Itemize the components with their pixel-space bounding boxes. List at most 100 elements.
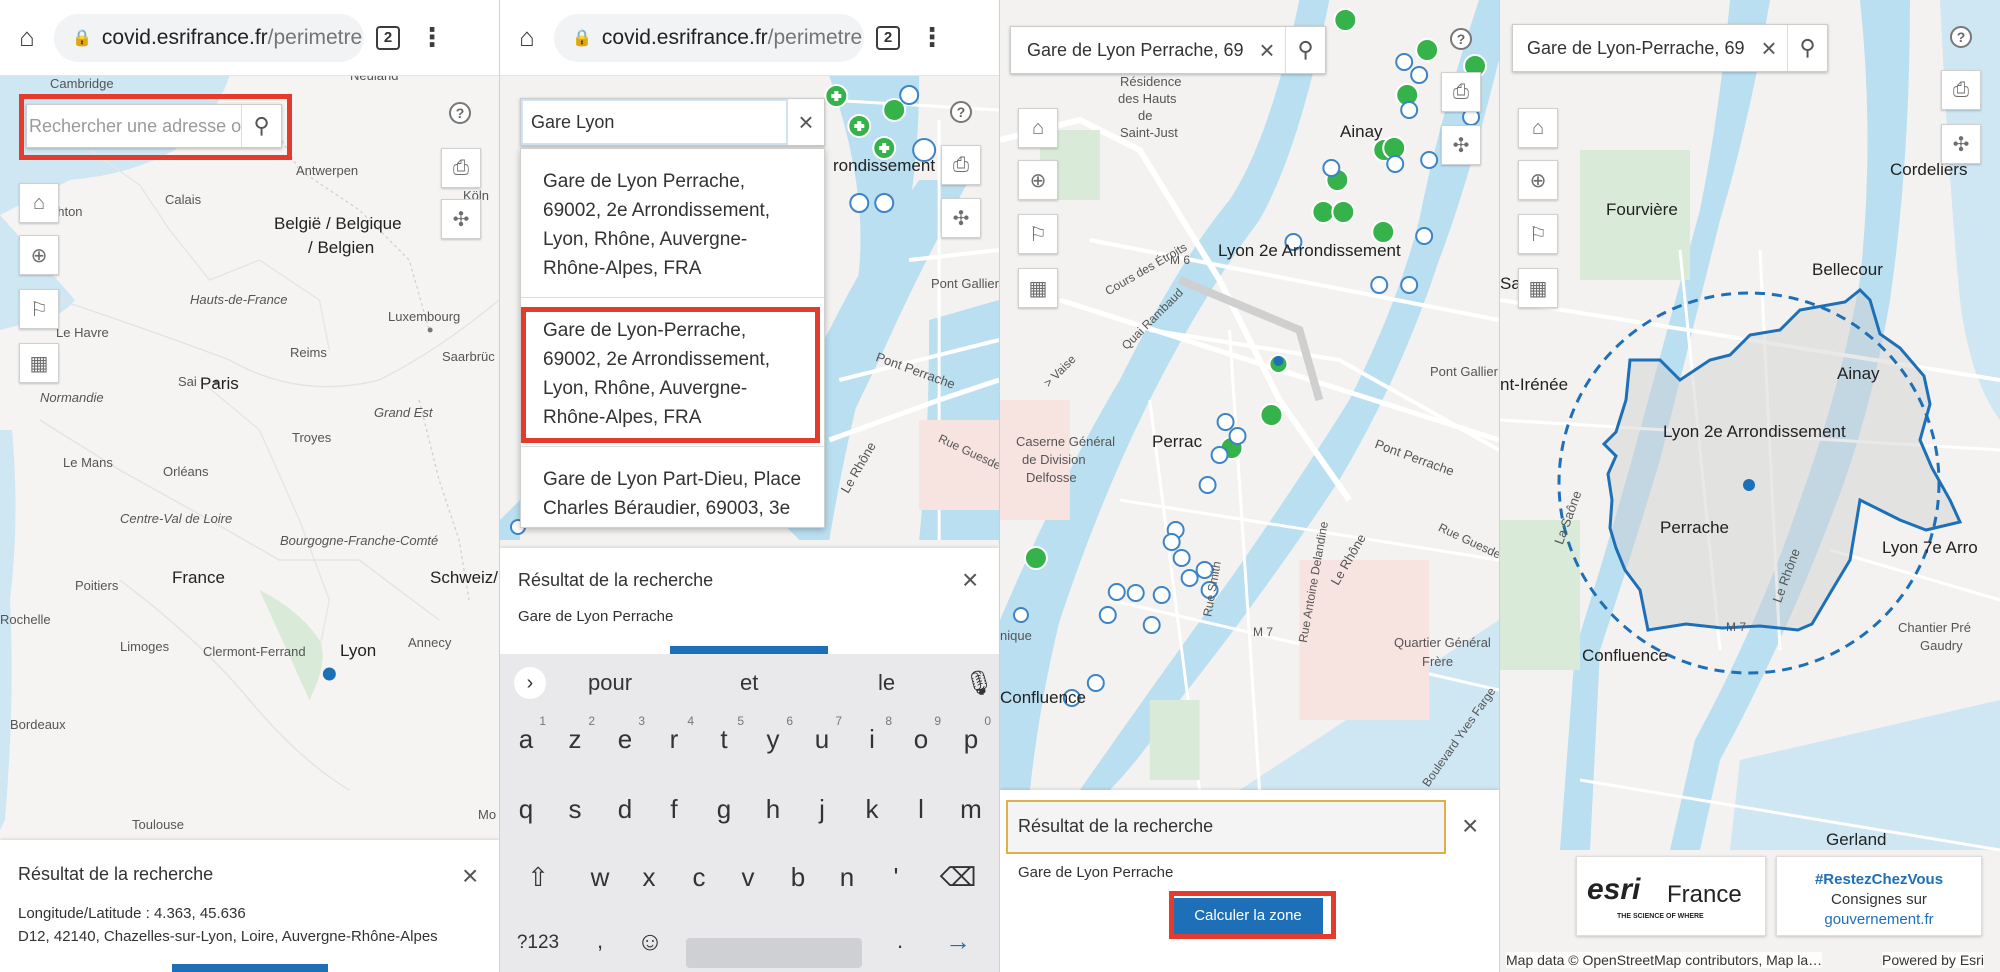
campaign-card[interactable]: #RestezChezVous Consignes sur gouverneme… (1776, 856, 1982, 936)
microphone-icon[interactable]: 🎙 (964, 669, 994, 698)
key[interactable]: n (823, 862, 871, 893)
share-icon[interactable]: ✣ (941, 198, 981, 238)
bookmark-icon[interactable]: ⚐ (1518, 214, 1558, 254)
search-input[interactable] (1011, 39, 1249, 61)
qr-code-icon[interactable]: ▦ (1518, 268, 1558, 308)
key[interactable]: c (675, 862, 723, 893)
close-icon[interactable]: × (1462, 810, 1478, 842)
tab-switcher-button[interactable]: 2 (376, 25, 400, 50)
search-button[interactable]: ⚲ (1787, 25, 1827, 71)
home-icon[interactable]: ⌂ (500, 0, 554, 76)
action-button[interactable] (670, 646, 828, 654)
key[interactable]: t5 (700, 714, 748, 755)
url-bar[interactable]: 🔒 covid.esrifrance.fr/perimetre (54, 13, 364, 62)
key[interactable]: r4 (650, 714, 698, 755)
key[interactable]: w (576, 862, 624, 893)
print-icon[interactable]: ⎙ (941, 145, 981, 185)
key[interactable]: v (724, 862, 772, 893)
close-icon[interactable]: × (962, 564, 978, 596)
emoji-icon[interactable]: ☺ (626, 926, 674, 957)
map-zone[interactable] (1500, 0, 2000, 972)
key[interactable]: d (601, 794, 649, 825)
help-icon[interactable]: ? (950, 101, 972, 123)
suggestion-item[interactable]: Gare de Lyon Part-Dieu, Place Charles Bé… (521, 447, 824, 527)
print-icon[interactable]: ⎙ (1441, 72, 1481, 112)
esri-france-logo[interactable]: esri France THE SCIENCE OF WHERE (1576, 856, 1766, 936)
key[interactable]: y6 (749, 714, 797, 755)
qr-code-icon[interactable]: ▦ (1018, 268, 1058, 308)
key[interactable]: o9 (897, 714, 945, 755)
backspace-icon[interactable]: ⌫ (934, 862, 982, 893)
key[interactable]: , (576, 928, 624, 954)
key[interactable]: x (625, 862, 673, 893)
locate-icon[interactable]: ⊕ (1518, 160, 1558, 200)
search-input[interactable] (27, 115, 241, 137)
print-icon[interactable]: ⎙ (1941, 70, 1981, 110)
enter-arrow-icon[interactable]: → (934, 926, 982, 957)
word-suggestion[interactable]: pour (588, 670, 632, 696)
key[interactable]: h (749, 794, 797, 825)
help-icon[interactable]: ? (1450, 28, 1472, 50)
share-icon[interactable]: ✣ (1941, 124, 1981, 164)
qr-code-icon[interactable]: ▦ (19, 343, 59, 383)
suggestion-item[interactable]: Gare de Lyon Perrache, 69002, 2e Arrondi… (521, 149, 824, 298)
symbols-key[interactable]: ?123 (508, 932, 568, 954)
map-label: nt-Irénée (1500, 375, 1569, 394)
share-icon[interactable]: ✣ (1441, 125, 1481, 165)
help-icon[interactable]: ? (1950, 26, 1972, 48)
locate-icon[interactable]: ⊕ (19, 235, 59, 275)
key[interactable]: b (774, 862, 822, 893)
more-menu-icon[interactable]: ⋮ (912, 22, 952, 53)
clear-icon[interactable]: × (1249, 27, 1285, 73)
search-button[interactable]: ⚲ (241, 105, 281, 147)
action-button[interactable] (172, 964, 328, 972)
map-attribution[interactable]: Map data © OpenStreetMap contributors, M… (1506, 952, 1823, 968)
home-view-icon[interactable]: ⌂ (19, 183, 59, 223)
search-input[interactable] (1513, 37, 1751, 59)
key[interactable]: i8 (848, 714, 896, 755)
key[interactable]: p0 (947, 714, 995, 755)
close-icon[interactable]: × (462, 860, 478, 892)
key[interactable]: e3 (601, 714, 649, 755)
bookmark-icon[interactable]: ⚐ (1018, 214, 1058, 254)
key[interactable]: f (650, 794, 698, 825)
word-suggestion[interactable]: le (878, 670, 895, 696)
url-bar[interactable]: 🔒 covid.esrifrance.fr/perimetre (554, 13, 864, 62)
home-view-icon[interactable]: ⌂ (1018, 108, 1058, 148)
key[interactable]: z2 (551, 714, 599, 755)
key[interactable]: u7 (798, 714, 846, 755)
key[interactable]: j (798, 794, 846, 825)
key[interactable]: g (700, 794, 748, 825)
tab-switcher-button[interactable]: 2 (876, 25, 900, 50)
powered-by[interactable]: Powered by Esri (1882, 952, 1984, 968)
more-menu-icon[interactable]: ⋮ (412, 22, 452, 53)
search-input[interactable] (521, 99, 788, 145)
key[interactable]: . (876, 928, 924, 954)
share-icon[interactable]: ✣ (441, 199, 481, 239)
home-icon[interactable]: ⌂ (0, 0, 54, 76)
search-button[interactable]: ⚲ (1285, 27, 1325, 73)
key[interactable]: k (848, 794, 896, 825)
chevron-right-icon[interactable]: › (514, 667, 546, 699)
map-label: Poitiers (75, 578, 119, 593)
screen-4: rreaux Cordeliers Fourvière Bellecour Sa… (1500, 0, 2000, 972)
home-view-icon[interactable]: ⌂ (1518, 108, 1558, 148)
help-icon[interactable]: ? (449, 102, 471, 124)
key[interactable]: m (947, 794, 995, 825)
key[interactable]: a1 (502, 714, 550, 755)
clear-icon[interactable]: × (788, 99, 824, 145)
shift-icon[interactable]: ⇧ (514, 862, 562, 893)
key[interactable]: q (502, 794, 550, 825)
clear-icon[interactable]: × (1751, 25, 1787, 71)
suggestion-item[interactable]: Gare de Lyon-Perrache, 69002, 2e Arrondi… (521, 298, 824, 447)
calculate-zone-button[interactable]: Calculer la zone (1173, 898, 1323, 934)
print-icon[interactable]: ⎙ (441, 148, 481, 188)
locate-icon[interactable]: ⊕ (1018, 160, 1058, 200)
key[interactable]: ' (872, 862, 920, 893)
campaign-link[interactable]: gouvernement.fr (1777, 911, 1981, 928)
bookmark-icon[interactable]: ⚐ (19, 289, 59, 329)
space-key[interactable] (686, 938, 862, 968)
key[interactable]: l (897, 794, 945, 825)
word-suggestion[interactable]: et (740, 670, 758, 696)
key[interactable]: s (551, 794, 599, 825)
